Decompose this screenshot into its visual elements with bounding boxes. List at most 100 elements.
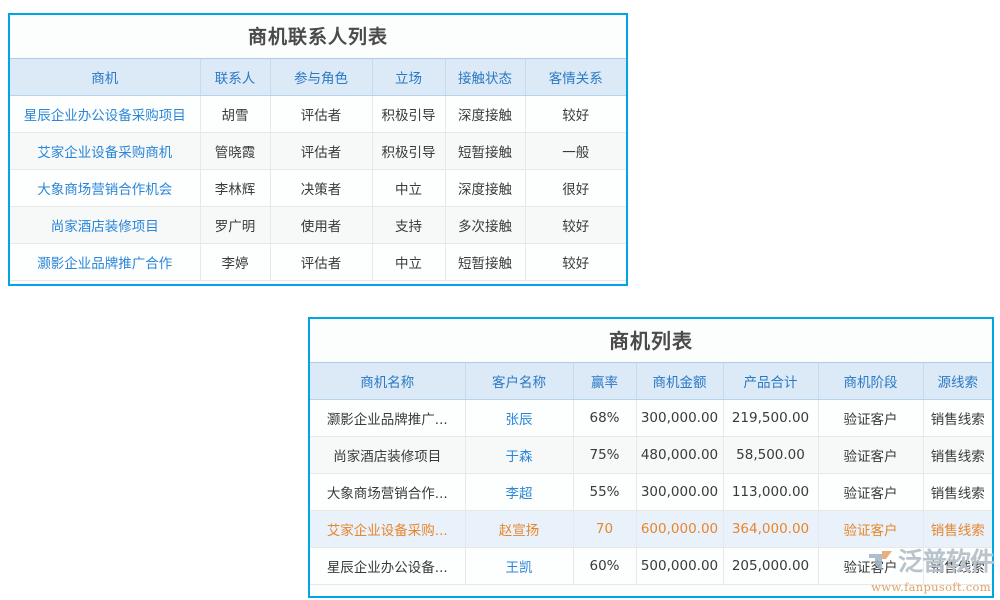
cell-customer-name[interactable]: 王凯 (465, 547, 573, 584)
cell-amount: 300,000.00 (636, 473, 723, 510)
contacts-panel-title: 商机联系人列表 (10, 15, 626, 59)
table-row[interactable]: 大象商场营销合作机会 李林辉 决策者 中立 深度接触 很好 (10, 169, 626, 206)
opportunities-table-header-row: 商机名称 客户名称 赢率 商机金额 产品合计 商机阶段 源线索 (310, 363, 992, 399)
cell-opportunity[interactable]: 灏影企业品牌推广合作 (10, 243, 200, 280)
cell-contact: 李婷 (200, 243, 270, 280)
cell-stance: 中立 (372, 169, 445, 206)
cell-opportunity-name: 艾家企业设备采购... (310, 510, 465, 547)
customer-link[interactable]: 于森 (506, 449, 533, 465)
cell-opportunity-name: 灏影企业品牌推广... (310, 399, 465, 436)
cell-role: 评估者 (270, 243, 372, 280)
opportunity-link[interactable]: 大象商场营销合作机会 (37, 182, 172, 198)
cell-win-rate: 75% (573, 436, 636, 473)
cell-customer-name[interactable]: 于森 (465, 436, 573, 473)
customer-link[interactable]: 王凯 (506, 560, 533, 576)
customer-link[interactable]: 张辰 (506, 412, 533, 428)
column-header-amount[interactable]: 商机金额 (636, 363, 723, 399)
cell-source-lead: 销售线索 (923, 436, 992, 473)
cell-opportunity[interactable]: 艾家企业设备采购商机 (10, 132, 200, 169)
cell-opportunity[interactable]: 星辰企业办公设备采购项目 (10, 95, 200, 132)
column-header-opportunity-name[interactable]: 商机名称 (310, 363, 465, 399)
cell-contact-status: 深度接触 (445, 95, 525, 132)
cell-contact: 管晓霞 (200, 132, 270, 169)
cell-stance: 中立 (372, 243, 445, 280)
cell-relationship: 较好 (525, 95, 626, 132)
cell-relationship: 较好 (525, 206, 626, 243)
table-row[interactable]: 星辰企业办公设备... 王凯 60% 500,000.00 205,000.00… (310, 547, 992, 584)
cell-amount: 480,000.00 (636, 436, 723, 473)
cell-win-rate: 60% (573, 547, 636, 584)
table-row[interactable]: 星辰企业办公设备采购项目 胡雪 评估者 积极引导 深度接触 较好 (10, 95, 626, 132)
column-header-product-total[interactable]: 产品合计 (723, 363, 818, 399)
column-header-stage[interactable]: 商机阶段 (818, 363, 923, 399)
cell-role: 评估者 (270, 132, 372, 169)
opportunities-table: 商机名称 客户名称 赢率 商机金额 产品合计 商机阶段 源线索 灏影企业品牌推广… (310, 363, 992, 585)
column-header-contact-status[interactable]: 接触状态 (445, 59, 525, 95)
cell-amount: 500,000.00 (636, 547, 723, 584)
cell-relationship: 较好 (525, 243, 626, 280)
cell-stage: 验证客户 (818, 399, 923, 436)
customer-link[interactable]: 赵宣扬 (499, 523, 540, 539)
cell-customer-name[interactable]: 张辰 (465, 399, 573, 436)
cell-contact-status: 深度接触 (445, 169, 525, 206)
cell-amount: 600,000.00 (636, 510, 723, 547)
cell-opportunity[interactable]: 尚家酒店装修项目 (10, 206, 200, 243)
contacts-panel: 商机联系人列表 商机 联系人 参与角色 立场 接触状态 客情关系 星辰企业办公设… (8, 13, 628, 286)
contacts-table: 商机 联系人 参与角色 立场 接触状态 客情关系 星辰企业办公设备采购项目 胡雪… (10, 59, 626, 281)
cell-win-rate: 55% (573, 473, 636, 510)
cell-product-total: 58,500.00 (723, 436, 818, 473)
column-header-role[interactable]: 参与角色 (270, 59, 372, 95)
table-row[interactable]: 灏影企业品牌推广... 张辰 68% 300,000.00 219,500.00… (310, 399, 992, 436)
cell-role: 使用者 (270, 206, 372, 243)
cell-amount: 300,000.00 (636, 399, 723, 436)
table-row[interactable]: 尚家酒店装修项目 于森 75% 480,000.00 58,500.00 验证客… (310, 436, 992, 473)
table-row[interactable]: 尚家酒店装修项目 罗广明 使用者 支持 多次接触 较好 (10, 206, 626, 243)
cell-stance: 支持 (372, 206, 445, 243)
customer-link[interactable]: 李超 (506, 486, 533, 502)
cell-contact-status: 短暂接触 (445, 132, 525, 169)
cell-contact: 罗广明 (200, 206, 270, 243)
cell-relationship: 很好 (525, 169, 626, 206)
opportunity-link[interactable]: 灏影企业品牌推广合作 (37, 256, 172, 272)
column-header-customer-name[interactable]: 客户名称 (465, 363, 573, 399)
cell-stage: 验证客户 (818, 436, 923, 473)
table-row[interactable]: 艾家企业设备采购商机 管晓霞 评估者 积极引导 短暂接触 一般 (10, 132, 626, 169)
cell-contact-status: 短暂接触 (445, 243, 525, 280)
column-header-relationship[interactable]: 客情关系 (525, 59, 626, 95)
cell-source-lead: 销售线索 (923, 510, 992, 547)
opportunities-panel-title: 商机列表 (310, 319, 992, 363)
cell-customer-name[interactable]: 赵宣扬 (465, 510, 573, 547)
column-header-contact[interactable]: 联系人 (200, 59, 270, 95)
cell-source-lead: 销售线索 (923, 473, 992, 510)
table-row-selected[interactable]: 艾家企业设备采购... 赵宣扬 70 600,000.00 364,000.00… (310, 510, 992, 547)
cell-role: 评估者 (270, 95, 372, 132)
cell-opportunity-name: 星辰企业办公设备... (310, 547, 465, 584)
cell-opportunity-name: 尚家酒店装修项目 (310, 436, 465, 473)
cell-contact: 胡雪 (200, 95, 270, 132)
cell-product-total: 205,000.00 (723, 547, 818, 584)
cell-contact: 李林辉 (200, 169, 270, 206)
column-header-win-rate[interactable]: 赢率 (573, 363, 636, 399)
opportunity-link[interactable]: 星辰企业办公设备采购项目 (24, 108, 186, 124)
column-header-opportunity[interactable]: 商机 (10, 59, 200, 95)
cell-contact-status: 多次接触 (445, 206, 525, 243)
cell-opportunity[interactable]: 大象商场营销合作机会 (10, 169, 200, 206)
cell-source-lead: 销售线索 (923, 399, 992, 436)
column-header-stance[interactable]: 立场 (372, 59, 445, 95)
opportunity-link[interactable]: 艾家企业设备采购商机 (37, 145, 172, 161)
cell-opportunity-name: 大象商场营销合作... (310, 473, 465, 510)
column-header-source-lead[interactable]: 源线索 (923, 363, 992, 399)
contacts-table-header-row: 商机 联系人 参与角色 立场 接触状态 客情关系 (10, 59, 626, 95)
cell-stage: 验证客户 (818, 547, 923, 584)
cell-product-total: 364,000.00 (723, 510, 818, 547)
cell-product-total: 219,500.00 (723, 399, 818, 436)
table-row[interactable]: 大象商场营销合作... 李超 55% 300,000.00 113,000.00… (310, 473, 992, 510)
cell-stage: 验证客户 (818, 473, 923, 510)
cell-stance: 积极引导 (372, 95, 445, 132)
cell-stage: 验证客户 (818, 510, 923, 547)
cell-role: 决策者 (270, 169, 372, 206)
table-row[interactable]: 灏影企业品牌推广合作 李婷 评估者 中立 短暂接触 较好 (10, 243, 626, 280)
cell-customer-name[interactable]: 李超 (465, 473, 573, 510)
cell-stance: 积极引导 (372, 132, 445, 169)
opportunity-link[interactable]: 尚家酒店装修项目 (51, 219, 159, 235)
